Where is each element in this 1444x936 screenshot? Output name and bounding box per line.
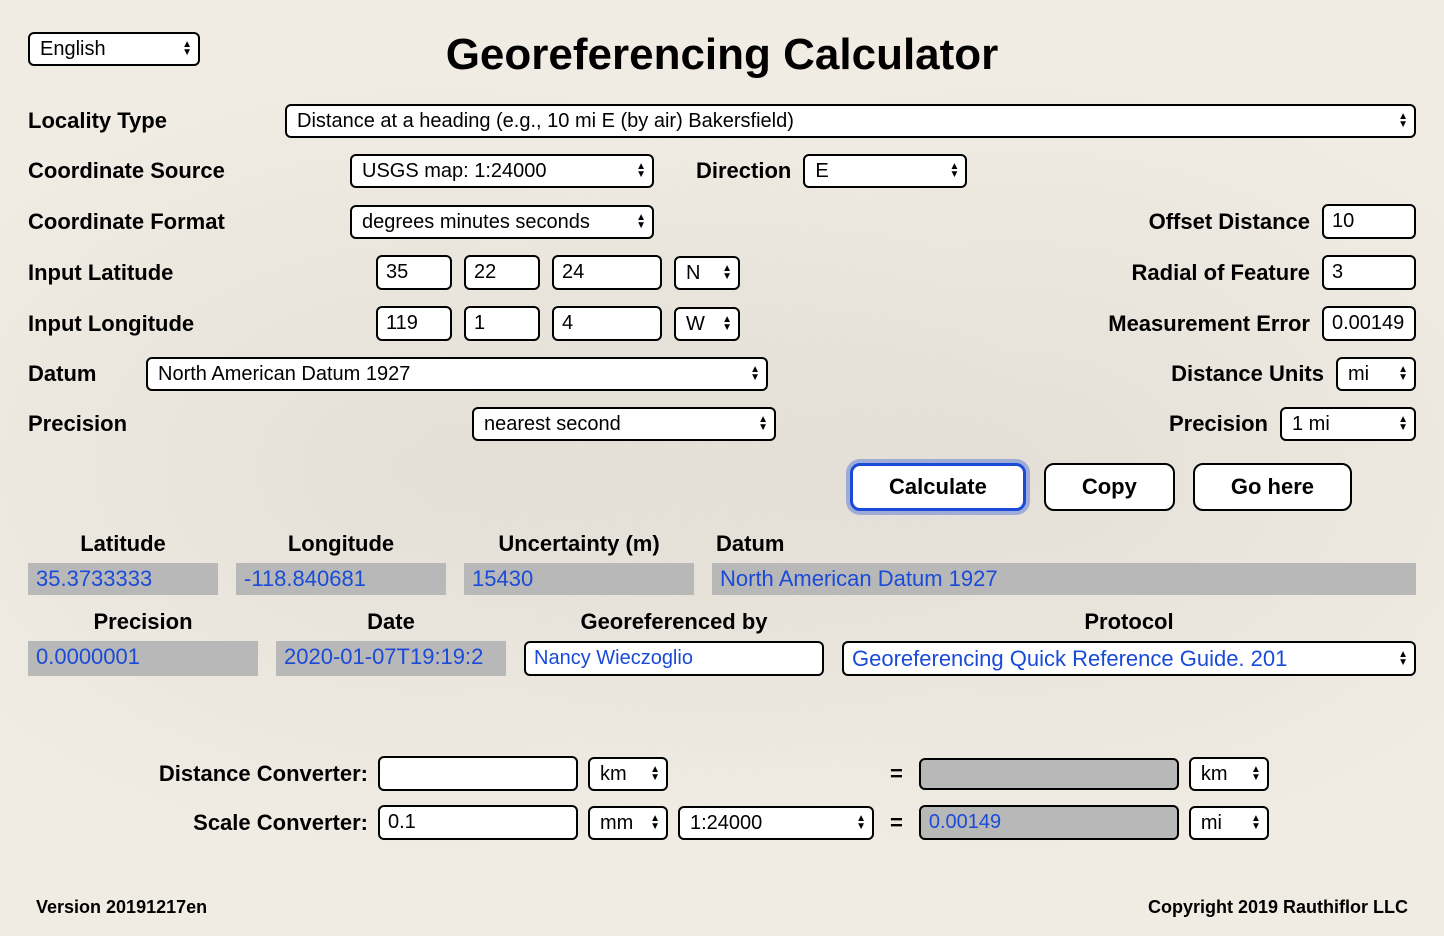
copyright-text: Copyright 2019 Rauthiflor LLC: [1148, 897, 1408, 918]
datum-label: Datum: [28, 361, 134, 387]
distance-converter-unit-out[interactable]: km: [1189, 757, 1269, 791]
protocol-select[interactable]: Georeferencing Quick Reference Guide. 20…: [842, 641, 1416, 676]
language-select[interactable]: English: [28, 32, 200, 66]
coordinate-source-select[interactable]: USGS map: 1:24000: [350, 154, 654, 188]
go-here-button[interactable]: Go here: [1193, 463, 1352, 511]
lon-deg-input[interactable]: [376, 306, 452, 341]
direction-label: Direction: [696, 158, 791, 184]
locality-type-select[interactable]: Distance at a heading (e.g., 10 mi E (by…: [285, 104, 1416, 138]
distance-units-select[interactable]: mi: [1336, 357, 1416, 391]
input-latitude-label: Input Latitude: [28, 260, 364, 286]
distance-units-label: Distance Units: [1171, 361, 1324, 387]
result-date: 2020-01-07T19:19:2: [276, 641, 506, 676]
direction-select[interactable]: E: [803, 154, 967, 188]
calculate-button[interactable]: Calculate: [850, 463, 1026, 511]
result-header-uncertainty: Uncertainty (m): [464, 529, 694, 559]
distance-converter-output: [919, 758, 1179, 790]
lat-dir-select[interactable]: N: [674, 256, 740, 290]
precision-right-select[interactable]: 1 mi: [1280, 407, 1416, 441]
result-header-longitude: Longitude: [236, 529, 446, 559]
offset-distance-label: Offset Distance: [1149, 209, 1310, 235]
result-datum: North American Datum 1927: [712, 563, 1416, 595]
precision-left-select[interactable]: nearest second: [472, 407, 776, 441]
distance-converter-input[interactable]: [378, 756, 578, 791]
georeferenced-by-input[interactable]: [524, 641, 824, 676]
scale-ratio-select[interactable]: 1:24000: [678, 806, 874, 840]
radial-of-feature-label: Radial of Feature: [1132, 260, 1310, 286]
measurement-error-label: Measurement Error: [1108, 311, 1310, 337]
result-header-precision: Precision: [28, 607, 258, 637]
lat-deg-input[interactable]: [376, 255, 452, 290]
result-latitude: 35.3733333: [28, 563, 218, 595]
result-longitude: -118.840681: [236, 563, 446, 595]
precision-left-label: Precision: [28, 411, 460, 437]
offset-distance-input[interactable]: [1322, 204, 1416, 239]
result-uncertainty: 15430: [464, 563, 694, 595]
page-title: Georeferencing Calculator: [446, 30, 999, 80]
measurement-error-input[interactable]: [1322, 306, 1416, 341]
radial-of-feature-input[interactable]: [1322, 255, 1416, 290]
input-longitude-label: Input Longitude: [28, 311, 364, 337]
lat-min-input[interactable]: [464, 255, 540, 290]
result-header-georef-by: Georeferenced by: [524, 607, 824, 637]
copy-button[interactable]: Copy: [1044, 463, 1175, 511]
lon-dir-select[interactable]: W: [674, 307, 740, 341]
scale-converter-unit-out[interactable]: mi: [1189, 806, 1269, 840]
lon-sec-input[interactable]: [552, 306, 662, 341]
coordinate-format-select[interactable]: degrees minutes seconds: [350, 205, 654, 239]
version-text: Version 20191217en: [36, 897, 207, 918]
locality-type-label: Locality Type: [28, 108, 273, 134]
scale-converter-output: 0.00149: [919, 805, 1179, 840]
result-header-datum: Datum: [712, 529, 1416, 559]
result-precision: 0.0000001: [28, 641, 258, 676]
scale-converter-unit-in[interactable]: mm: [588, 806, 668, 840]
result-header-date: Date: [276, 607, 506, 637]
coordinate-source-label: Coordinate Source: [28, 158, 338, 184]
precision-right-label: Precision: [1169, 411, 1268, 437]
equals-sign: =: [884, 761, 909, 787]
coordinate-format-label: Coordinate Format: [28, 209, 338, 235]
lat-sec-input[interactable]: [552, 255, 662, 290]
distance-converter-label: Distance Converter:: [28, 761, 368, 787]
distance-converter-unit-in[interactable]: km: [588, 757, 668, 791]
result-header-latitude: Latitude: [28, 529, 218, 559]
result-header-protocol: Protocol: [842, 607, 1416, 637]
datum-select[interactable]: North American Datum 1927: [146, 357, 768, 391]
scale-converter-input[interactable]: [378, 805, 578, 840]
scale-converter-label: Scale Converter:: [28, 810, 368, 836]
lon-min-input[interactable]: [464, 306, 540, 341]
equals-sign: =: [884, 810, 909, 836]
